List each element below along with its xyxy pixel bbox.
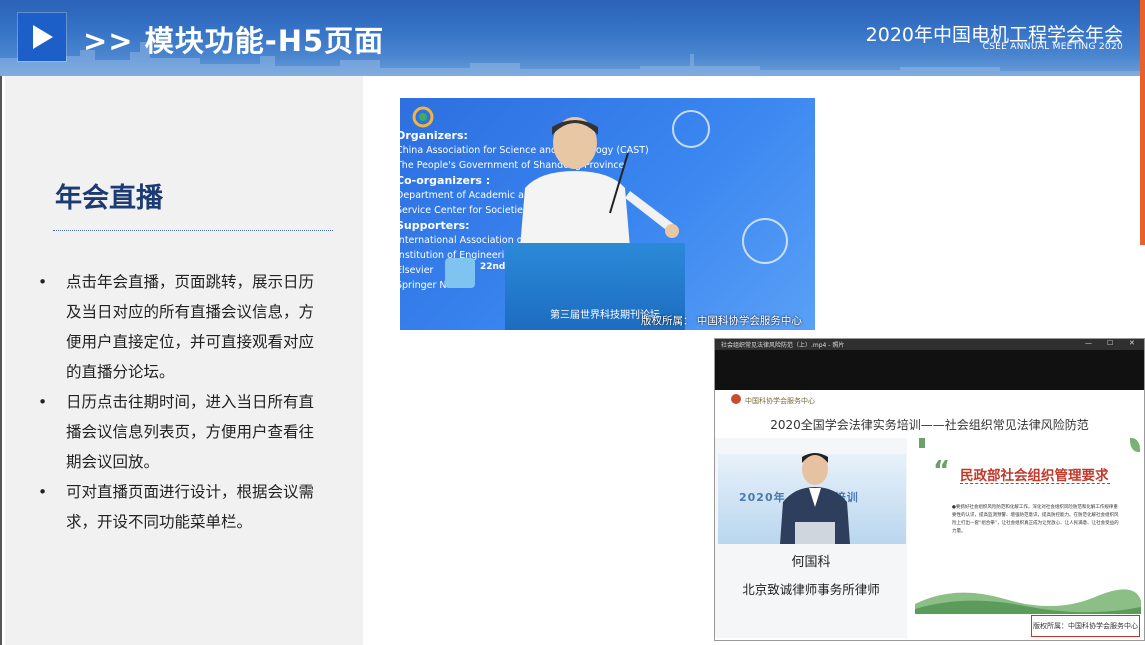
video-letterbox xyxy=(715,350,1144,390)
bullet-icon: • xyxy=(38,393,48,411)
minimize-icon[interactable]: — xyxy=(1085,339,1092,347)
speaker-figure xyxy=(780,453,850,544)
live-video-screenshot[interactable]: Organizers: China Association for Scienc… xyxy=(400,98,815,330)
speaker-name: 何国科 xyxy=(791,555,831,570)
video-copyright-box: 版权所属：中国科协学会服务中心 xyxy=(1031,615,1140,637)
maximize-icon[interactable]: ☐ xyxy=(1107,339,1113,347)
podium-logo-icon xyxy=(445,258,475,288)
training-title: 2020全国学会法律实务培训——社会组织常见法律风险防范 xyxy=(770,418,1089,432)
speaker-firm: 北京致诚律师事务所律师 xyxy=(742,582,880,597)
meeting-name-en: CSEE ANNUAL MEETING 2020 xyxy=(982,42,1123,52)
deco-circle-icon xyxy=(742,218,788,264)
list-item: • 可对直播页面进行设计，根据会议需求，开设不同功能菜单栏。 xyxy=(38,477,328,537)
close-icon[interactable]: ✕ xyxy=(1129,339,1135,347)
window-titlebar[interactable]: 社会组织常见法律风险防范（上）.mp4 - 照片 — ☐ ✕ xyxy=(715,339,1144,350)
accent-bar xyxy=(1140,0,1145,245)
slide-title: 民政部社会组织管理要求 xyxy=(960,468,1109,484)
bullet-icon: • xyxy=(38,483,48,501)
org-logo-icon xyxy=(731,394,741,404)
slide-title-underline xyxy=(960,483,1110,484)
quote-icon: “ xyxy=(933,456,951,486)
page-title: >> 模块功能-H5页面 xyxy=(83,24,385,58)
speaker-figure xyxy=(520,117,679,248)
list-item: • 点击年会直播，页面跳转，展示日历及当日对应的所有直播会议信息，方便用户直接定位… xyxy=(38,267,328,387)
video-copyright: 版权所属： 中国科协学会服务中心 xyxy=(641,315,802,327)
bullet-icon: • xyxy=(38,273,48,291)
play-icon xyxy=(18,13,66,61)
section-divider xyxy=(53,230,333,231)
section-title: 年会直播 xyxy=(55,183,163,214)
list-item: • 日历点击往期时间，进入当日所有直播会议信息列表页，方便用户查看往期会议回放。 xyxy=(38,387,328,477)
slide-body: ●要抓好社会组织风险防范和化解工作，深化对社会组织风险防范和化解工作规律重要性的… xyxy=(952,505,1119,534)
video-player-window[interactable]: 社会组织常见法律风险防范（上）.mp4 - 照片 — ☐ ✕ 中国科协学会服务中… xyxy=(714,338,1145,641)
feature-list: • 点击年会直播，页面跳转，展示日历及当日对应的所有直播会议信息，方便用户直接定位… xyxy=(38,267,328,537)
org-logo-text: 中国科协学会服务中心 xyxy=(745,397,815,405)
slide-tag-icon xyxy=(919,438,925,448)
forum-logo-icon xyxy=(412,106,434,128)
header-banner: >> 模块功能-H5页面 2020年中国电机工程学会年会 CSEE ANNUAL… xyxy=(0,0,1145,76)
slide-wave-decoration xyxy=(915,589,1141,614)
podium-number: 22nd xyxy=(480,262,506,272)
left-edge-line xyxy=(0,76,2,645)
window-title: 社会组织常见法律风险防范（上）.mp4 - 照片 xyxy=(721,342,845,349)
